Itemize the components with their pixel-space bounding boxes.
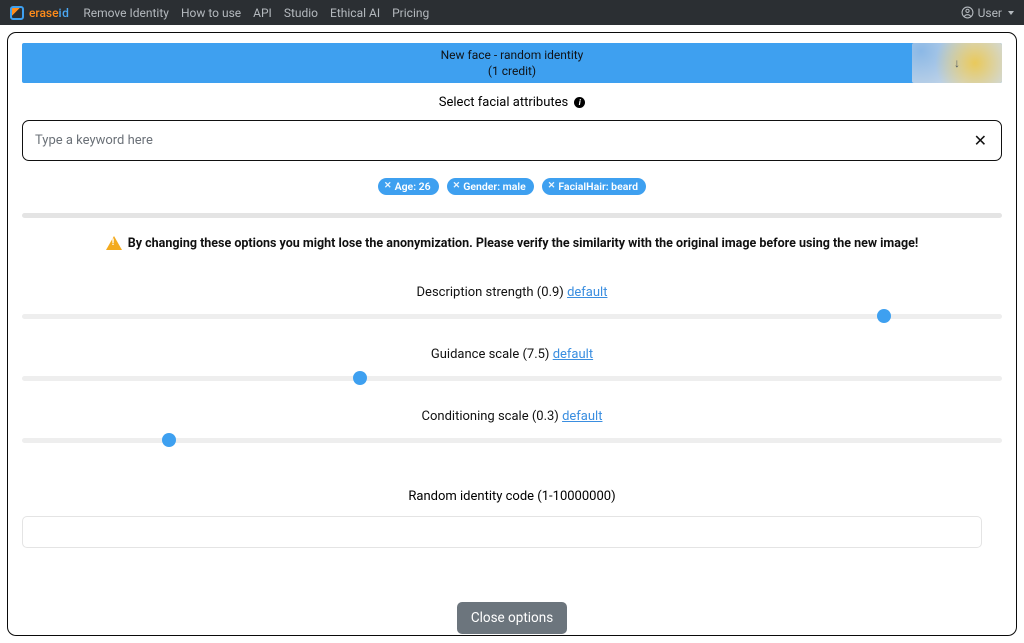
attributes-heading: Select facial attributes <box>439 95 568 110</box>
chip-label: FacialHair: beard <box>558 180 638 193</box>
nav-ethical-ai[interactable]: Ethical AI <box>330 6 380 20</box>
close-options-button[interactable]: Close options <box>457 602 567 634</box>
download-arrow-icon: ↓ <box>954 56 960 70</box>
warning-text: By changing these options you might lose… <box>128 236 918 251</box>
conditioning-scale-group: Conditioning scale (0.3) default <box>22 409 1002 443</box>
guidance-scale-slider[interactable] <box>22 376 1002 381</box>
chip-label: Gender: male <box>463 180 526 193</box>
conditioning-scale-slider[interactable] <box>22 438 1002 443</box>
anonymization-warning: By changing these options you might lose… <box>22 236 1002 251</box>
nav-remove-identity[interactable]: Remove Identity <box>83 6 169 20</box>
attribute-chip-age[interactable]: ✕ Age: 26 <box>378 178 439 195</box>
attributes-heading-row: Select facial attributes i <box>22 95 1002 110</box>
guidance-scale-group: Guidance scale (7.5) default <box>22 347 1002 381</box>
chip-remove-icon[interactable]: ✕ <box>384 181 392 191</box>
description-strength-default-link[interactable]: default <box>567 285 607 300</box>
user-icon <box>961 6 974 19</box>
main-nav: Remove Identity How to use API Studio Et… <box>83 6 429 20</box>
slider-thumb[interactable] <box>162 433 176 447</box>
top-navbar: eraseid Remove Identity How to use API S… <box>0 0 1024 25</box>
attribute-tags: ✕ Age: 26 ✕ Gender: male ✕ FacialHair: b… <box>22 173 1002 195</box>
chip-remove-icon[interactable]: ✕ <box>548 181 556 191</box>
keyword-search-row: ✕ <box>22 120 1002 161</box>
clear-search-icon[interactable]: ✕ <box>972 131 989 150</box>
banner-preview-thumb[interactable]: ↓ <box>912 43 1002 83</box>
brand-logo[interactable]: eraseid <box>10 6 69 20</box>
warning-icon <box>106 236 122 250</box>
brand-text-1: erase <box>29 6 59 20</box>
conditioning-scale-default-link[interactable]: default <box>562 409 602 424</box>
description-strength-slider[interactable] <box>22 314 1002 319</box>
description-strength-label: Description strength (0.9) <box>417 285 568 300</box>
guidance-scale-label: Guidance scale (7.5) <box>431 347 553 362</box>
nav-how-to-use[interactable]: How to use <box>181 6 241 20</box>
user-label: User <box>978 6 1002 20</box>
attribute-chip-gender[interactable]: ✕ Gender: male <box>447 178 534 195</box>
new-face-banner[interactable]: New face - random identity (1 credit) ↓ <box>22 43 1002 83</box>
nav-studio[interactable]: Studio <box>284 6 318 20</box>
identity-code-input[interactable] <box>22 516 982 548</box>
options-panel: New face - random identity (1 credit) ↓ … <box>7 32 1017 636</box>
slider-thumb[interactable] <box>877 309 891 323</box>
attribute-chip-facialhair[interactable]: ✕ FacialHair: beard <box>542 178 646 195</box>
slider-thumb[interactable] <box>353 371 367 385</box>
banner-line-2: (1 credit) <box>22 64 1002 78</box>
brand-logo-icon <box>10 6 24 20</box>
user-menu[interactable]: User <box>961 6 1014 20</box>
chevron-down-icon <box>1008 11 1014 15</box>
guidance-scale-default-link[interactable]: default <box>553 347 593 362</box>
info-icon[interactable]: i <box>574 97 585 108</box>
nav-api[interactable]: API <box>253 6 272 20</box>
keyword-search-input[interactable] <box>35 133 972 148</box>
chip-remove-icon[interactable]: ✕ <box>453 181 461 191</box>
brand-text-2: id <box>59 6 70 20</box>
identity-code-label: Random identity code (1-10000000) <box>22 489 1002 504</box>
banner-line-1: New face - random identity <box>22 48 1002 64</box>
nav-pricing[interactable]: Pricing <box>392 6 429 20</box>
section-divider <box>22 213 1002 218</box>
conditioning-scale-label: Conditioning scale (0.3) <box>422 409 563 424</box>
chip-label: Age: 26 <box>395 180 431 193</box>
description-strength-group: Description strength (0.9) default <box>22 285 1002 319</box>
